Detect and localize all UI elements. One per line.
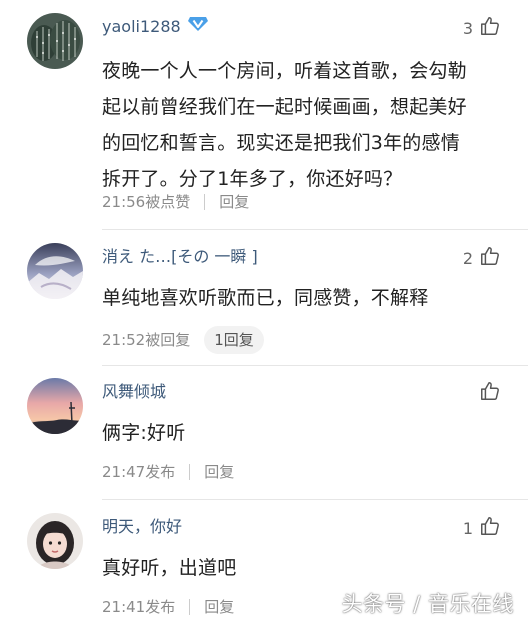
watermark: 头条号 / 音乐在线: [341, 592, 514, 616]
thumbs-up-icon: [479, 515, 501, 542]
comment-text: 俩字:好听: [102, 415, 502, 451]
like-count: 2: [462, 248, 473, 268]
comment-meta: 21:41发布 回复: [102, 597, 234, 617]
comment-text: 单纯地喜欢听歌而已，同感赞，不解释: [102, 280, 502, 316]
comment-meta: 21:56被点赞 回复: [102, 192, 249, 212]
thumbs-up-icon: [479, 380, 501, 407]
reply-button[interactable]: 回复: [219, 192, 249, 212]
username[interactable]: 消え た…[その 一瞬 ]: [102, 247, 258, 267]
reply-button[interactable]: 回复: [204, 597, 234, 617]
comment-text: 真好听，出道吧: [102, 550, 502, 586]
comment-timestamp: 21:41发布: [102, 598, 176, 616]
comment-divider: [102, 229, 528, 230]
avatar[interactable]: [27, 378, 83, 434]
username[interactable]: 风舞倾城: [102, 382, 166, 402]
comment-divider: [102, 499, 528, 500]
meta-divider: [189, 599, 191, 615]
like-button[interactable]: [473, 380, 501, 407]
avatar[interactable]: [27, 243, 83, 299]
username[interactable]: 明天，你好: [102, 517, 182, 537]
reply-button[interactable]: 回复: [204, 462, 234, 482]
view-replies-button[interactable]: 1回复: [204, 326, 264, 354]
like-button[interactable]: 3: [463, 15, 501, 42]
comment-divider: [102, 365, 528, 366]
username-text: yaoli1288: [102, 17, 181, 36]
avatar[interactable]: [27, 13, 83, 69]
comment-timestamp: 21:47发布: [102, 463, 176, 481]
meta-divider: [189, 464, 191, 480]
comment-text: 夜晚一个人一个房间，听着这首歌，会勾勒 起以前曾经我们在一起时候画画，想起美好 …: [102, 53, 502, 197]
comment-text-line: 单纯地喜欢听歌而已，同感赞，不解释: [102, 287, 429, 309]
comment-text-line: 的回忆和誓言。现实还是把我们3年的感情: [102, 132, 460, 154]
comment-text-line: 俩字:好听: [102, 422, 186, 444]
comment-text-line: 夜晚一个人一个房间，听着这首歌，会勾勒: [102, 60, 467, 82]
like-count: 1: [462, 518, 473, 538]
meta-divider: [204, 194, 206, 210]
comment-timestamp: 21:52被回复: [102, 331, 191, 349]
comment-text-line: 起以前曾经我们在一起时候画画，想起美好: [102, 96, 467, 118]
comment-meta: 21:52被回复 1回复: [102, 326, 264, 354]
comment-text-line: 真好听，出道吧: [102, 557, 237, 579]
comment-timestamp: 21:56被点赞: [102, 193, 191, 211]
like-button[interactable]: 1: [463, 515, 501, 542]
verified-v-badge-icon: [187, 16, 209, 37]
like-button[interactable]: 2: [463, 245, 501, 272]
thumbs-up-icon: [479, 245, 501, 272]
avatar[interactable]: [27, 513, 83, 569]
like-count: 3: [462, 18, 473, 38]
username[interactable]: yaoli1288: [102, 16, 209, 37]
thumbs-up-icon: [479, 15, 501, 42]
comment-meta: 21:47发布 回复: [102, 462, 234, 482]
